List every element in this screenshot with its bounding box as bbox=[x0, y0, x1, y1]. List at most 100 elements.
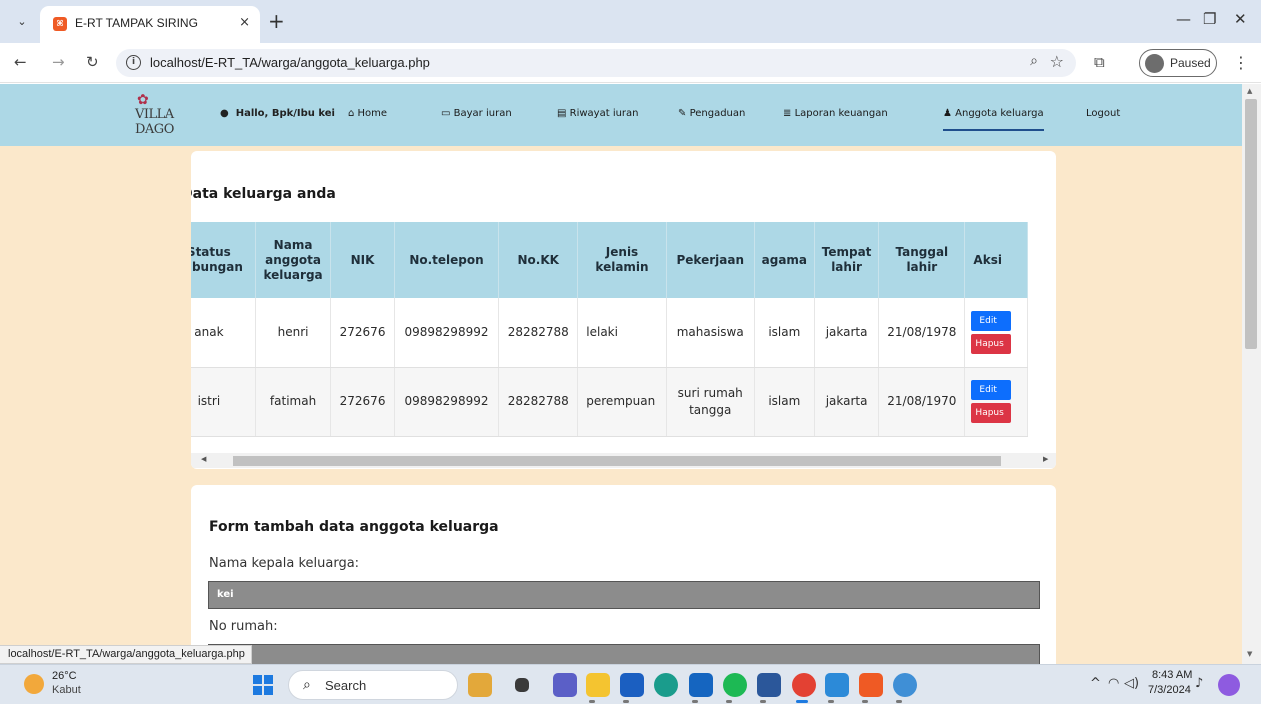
scroll-thumb[interactable] bbox=[1245, 99, 1257, 349]
nav-pengaduan[interactable]: ✎ Pengaduan bbox=[678, 108, 745, 119]
weather-icon[interactable] bbox=[24, 674, 44, 694]
new-tab-button[interactable]: + bbox=[268, 9, 285, 33]
running-indicator bbox=[760, 700, 766, 703]
windows-start-icon[interactable] bbox=[253, 675, 273, 695]
th-pekerjaan: Pekerjaan bbox=[666, 222, 755, 298]
user-icon: ● bbox=[220, 108, 229, 119]
browser-tab[interactable]: ⌘ E-RT TAMPAK SIRING × bbox=[40, 6, 260, 43]
weather-temperature[interactable]: 26°C bbox=[52, 670, 77, 682]
back-icon[interactable]: ← bbox=[14, 53, 27, 71]
forward-icon[interactable]: → bbox=[52, 53, 65, 71]
nav-riwayat-iuran[interactable]: ▤ Riwayat iuran bbox=[557, 108, 639, 119]
teams-icon[interactable] bbox=[553, 673, 577, 697]
wifi-icon[interactable]: ◠ bbox=[1108, 676, 1119, 691]
cell-telepon: 09898298992 bbox=[394, 367, 500, 437]
nav-anggota-keluarga[interactable]: ♟ Anggota keluarga bbox=[943, 108, 1044, 131]
nav-home[interactable]: ⌂ Home bbox=[348, 108, 387, 119]
xampp-icon[interactable] bbox=[859, 673, 883, 697]
app-icon[interactable] bbox=[893, 673, 917, 697]
edit-button[interactable]: Edit bbox=[971, 380, 1012, 400]
th-tempat: Tempat lahir bbox=[814, 222, 880, 298]
running-indicator bbox=[828, 700, 834, 703]
cell-tempat: jakarta bbox=[814, 367, 880, 437]
form-title: Form tambah data anggota keluarga bbox=[209, 519, 499, 535]
reload-icon[interactable]: ↻ bbox=[86, 53, 99, 71]
no-rumah-input[interactable] bbox=[208, 644, 1040, 664]
scroll-up-icon[interactable]: ▲ bbox=[1247, 87, 1252, 95]
mail-icon[interactable] bbox=[689, 673, 713, 697]
site-logo[interactable]: ✿ VILLA DAGO bbox=[135, 92, 205, 137]
greeting: ● Hallo, Bpk/Ibu kei bbox=[220, 108, 335, 119]
kepala-keluarga-input[interactable]: kei bbox=[208, 581, 1040, 609]
cell-tempat: jakarta bbox=[814, 298, 880, 368]
nav-bayar-label: Bayar iuran bbox=[453, 108, 512, 119]
cell-jk: lelaki bbox=[577, 298, 667, 368]
store-icon[interactable] bbox=[620, 673, 644, 697]
widgets-icon[interactable] bbox=[468, 673, 492, 697]
url-text[interactable]: localhost/E-RT_TA/warga/anggota_keluarga… bbox=[150, 55, 430, 70]
cell-pekerjaan: suri rumah tangga bbox=[666, 367, 755, 437]
tray-chevron-icon[interactable]: ^ bbox=[1090, 676, 1101, 691]
task-view-icon[interactable] bbox=[515, 678, 529, 692]
clock-time[interactable]: 8:43 AM bbox=[1152, 669, 1192, 681]
running-indicator bbox=[692, 700, 698, 703]
taskbar-search[interactable]: ⌕ Search bbox=[288, 670, 458, 700]
hapus-button[interactable]: Hapus bbox=[971, 333, 1012, 354]
scroll-thumb[interactable] bbox=[233, 456, 1001, 466]
nav-riwayat-label: Riwayat iuran bbox=[569, 108, 639, 119]
spotify-icon[interactable] bbox=[723, 673, 747, 697]
nav-logout[interactable]: Logout bbox=[1086, 108, 1120, 119]
nav-laporan-keuangan[interactable]: ≣ Laporan keuangan bbox=[783, 108, 888, 119]
bookmark-star-icon[interactable]: ☆ bbox=[1050, 52, 1064, 71]
cell-nik: 272676 bbox=[330, 367, 395, 437]
table-header-row: Status hubungan Nama anggota keluarga NI… bbox=[191, 222, 1028, 298]
table-row: istri fatimah 272676 09898298992 2828278… bbox=[191, 367, 1028, 437]
restore-icon[interactable]: ❐ bbox=[1203, 10, 1216, 28]
kepala-keluarga-label: Nama kepala keluarga: bbox=[209, 556, 360, 571]
browser-toolbar: ← → ↻ i localhost/E-RT_TA/warga/anggota_… bbox=[0, 43, 1261, 83]
family-table: Status hubungan Nama anggota keluarga NI… bbox=[191, 222, 1028, 437]
window-close-icon[interactable]: ✕ bbox=[1234, 10, 1247, 28]
scroll-right-icon[interactable]: ▶ bbox=[1043, 455, 1048, 463]
nav-pengaduan-label: Pengaduan bbox=[689, 108, 746, 119]
th-status: Status hubungan bbox=[191, 222, 256, 298]
extensions-icon[interactable]: ⧉ bbox=[1094, 53, 1105, 71]
volume-icon[interactable]: ◁) bbox=[1124, 676, 1139, 691]
site-info-icon[interactable]: i bbox=[126, 55, 141, 70]
running-indicator bbox=[726, 700, 732, 703]
minimize-icon[interactable]: — bbox=[1176, 10, 1191, 28]
cell-agama: islam bbox=[754, 367, 815, 437]
scroll-left-icon[interactable]: ◀ bbox=[201, 455, 206, 463]
search-placeholder: Search bbox=[325, 678, 367, 693]
address-bar[interactable]: i localhost/E-RT_TA/warga/anggota_keluar… bbox=[116, 49, 1076, 77]
table-horizontal-scrollbar[interactable]: ◀ ▶ bbox=[191, 453, 1056, 468]
notification-bell-icon[interactable]: ♪ bbox=[1195, 676, 1203, 691]
terminal-icon[interactable] bbox=[825, 673, 849, 697]
nav-bayar-iuran[interactable]: ▭ Bayar iuran bbox=[441, 108, 512, 119]
edit-button[interactable]: Edit bbox=[971, 310, 1012, 331]
browser-tab-strip: ⌄ ⌘ E-RT TAMPAK SIRING × + — ❐ ✕ bbox=[0, 0, 1261, 43]
tab-search-chevron-icon[interactable]: ⌄ bbox=[12, 12, 32, 32]
search-icon: ⌕ bbox=[303, 677, 311, 693]
page-vertical-scrollbar[interactable]: ▲ ▼ bbox=[1242, 84, 1261, 664]
copilot-icon[interactable] bbox=[1218, 674, 1240, 696]
running-indicator bbox=[589, 700, 595, 703]
cell-tanggal: 21/08/1978 bbox=[878, 298, 966, 368]
word-icon[interactable] bbox=[757, 673, 781, 697]
file-explorer-icon[interactable] bbox=[586, 673, 610, 697]
zoom-icon[interactable]: ⌕ bbox=[1030, 53, 1038, 69]
profile-button[interactable]: Paused bbox=[1139, 49, 1217, 77]
card-title: Data keluarga anda bbox=[191, 186, 336, 202]
browser-menu-icon[interactable]: ⋮ bbox=[1233, 53, 1249, 72]
th-agama: agama bbox=[754, 222, 815, 298]
edge-icon[interactable] bbox=[654, 673, 678, 697]
cell-pekerjaan: mahasiswa bbox=[666, 298, 755, 368]
logo-flower-icon: ✿ bbox=[137, 92, 149, 108]
chrome-icon[interactable] bbox=[792, 673, 816, 697]
weather-description[interactable]: Kabut bbox=[52, 684, 81, 696]
clock-date[interactable]: 7/3/2024 bbox=[1148, 684, 1191, 696]
tab-close-icon[interactable]: × bbox=[239, 15, 250, 30]
running-indicator bbox=[623, 700, 629, 703]
scroll-down-icon[interactable]: ▼ bbox=[1247, 650, 1252, 658]
hapus-button[interactable]: Hapus bbox=[971, 403, 1012, 423]
